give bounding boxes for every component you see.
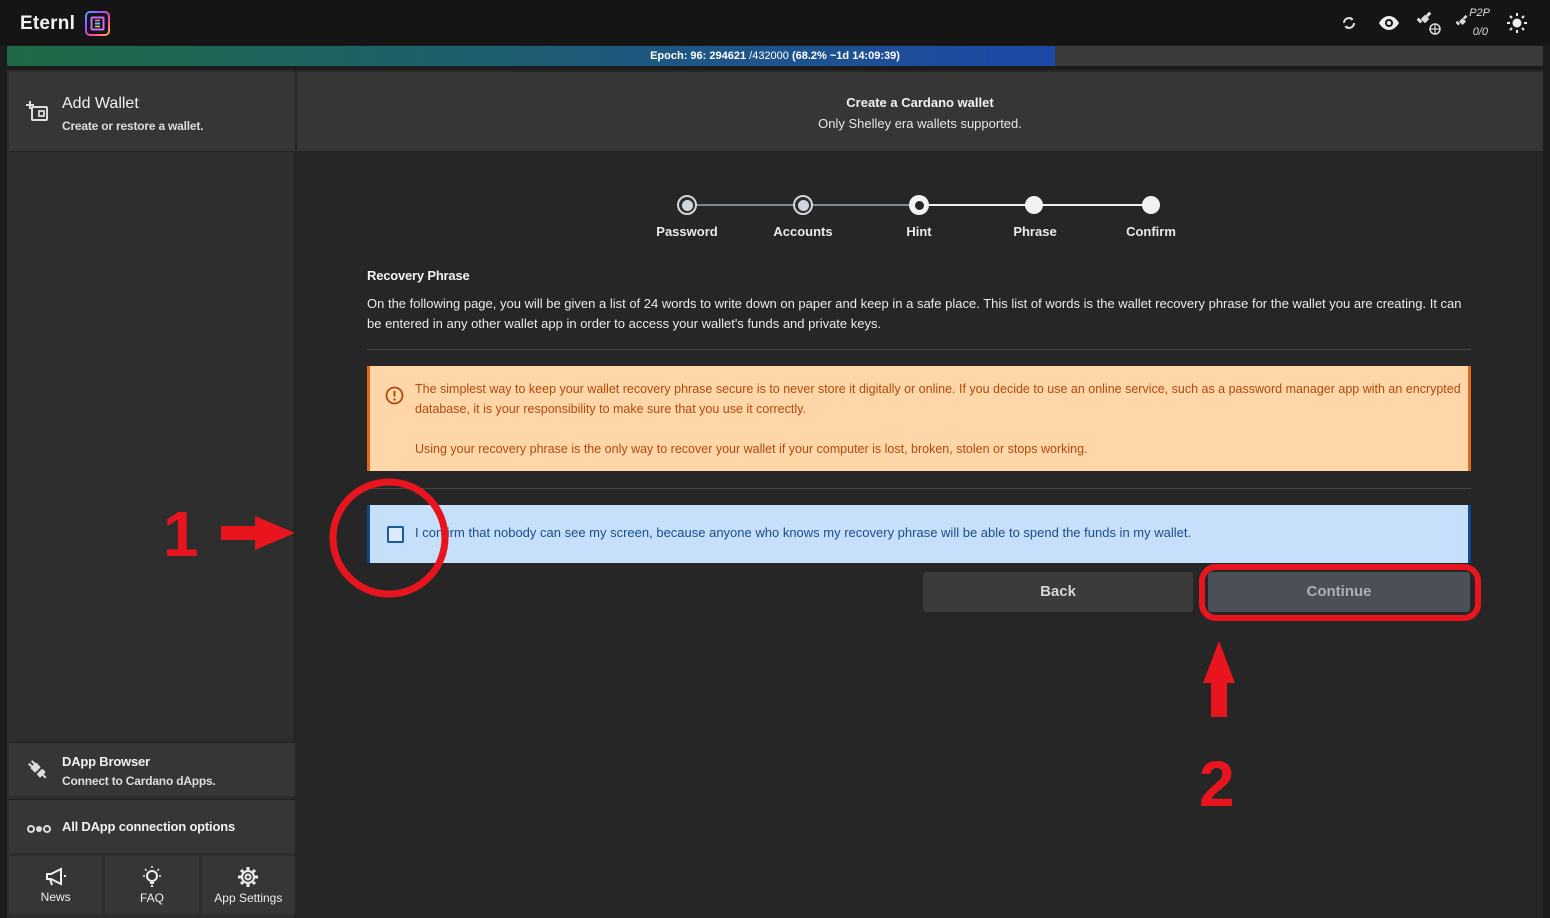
sidebar-header-title: Add Wallet <box>62 95 139 112</box>
eye-icon[interactable] <box>1376 9 1402 37</box>
nav-faq[interactable]: FAQ <box>105 856 199 914</box>
nav-app-settings-label: App Settings <box>214 890 283 905</box>
p2p-count: 0/0 <box>1472 26 1488 38</box>
p2p-icon <box>1456 15 1468 26</box>
step-label-phrase: Phrase <box>1013 224 1057 239</box>
app-logo[interactable]: Eternl <box>20 11 111 36</box>
step-label-accounts: Accounts <box>773 224 833 239</box>
gear-icon <box>238 866 259 887</box>
divider <box>367 488 1471 489</box>
sidebar-header-subtitle: Create or restore a wallet. <box>62 119 204 133</box>
epoch-prefix: Epoch: 96: 294621 <box>650 50 747 62</box>
epoch-total: /432000 <box>746 50 792 62</box>
section-body: On the following page, you will be given… <box>367 296 1462 331</box>
all-dapp-title: All DApp connection options <box>62 819 235 834</box>
dots-connection-icon <box>27 821 51 839</box>
epoch-text: Epoch: 96: 294621 /432000 (68.2% ~1d 14:… <box>7 46 1543 66</box>
step-label-hint: Hint <box>906 224 932 239</box>
bottom-nav: News FAQ App Settings <box>9 856 295 914</box>
dapp-browser-subtitle: Connect to Cardano dApps. <box>62 774 216 788</box>
step-dot-password <box>677 195 697 215</box>
step-connector <box>803 204 919 206</box>
annotation-number-2: 2 <box>1199 748 1235 820</box>
sync-icon[interactable] <box>1336 9 1362 37</box>
warning-circle-icon <box>385 386 404 410</box>
dapp-browser-title: DApp Browser <box>62 754 150 769</box>
add-wallet-icon <box>26 100 50 129</box>
page-title: Create a Cardano wallet <box>846 95 994 110</box>
step-dot-confirm <box>1142 196 1160 214</box>
step-dot-phrase <box>1025 196 1043 214</box>
eternl-logo-icon <box>85 11 111 36</box>
wizard-stepper: Password Accounts Hint Phrase Confirm <box>640 190 1240 250</box>
step-dot-hint <box>909 195 929 215</box>
sidebar-add-wallet[interactable]: Add Wallet Create or restore a wallet. <box>9 72 295 152</box>
confirm-text: I confirm that nobody can see my screen,… <box>415 525 1192 540</box>
p2p-status[interactable]: P2P 0/0 <box>1456 7 1490 38</box>
divider <box>367 349 1471 350</box>
p2p-label: P2P <box>1469 7 1490 19</box>
epoch-detail: (68.2% ~1d 14:09:39) <box>791 50 900 62</box>
warning-box: The simplest way to keep your wallet rec… <box>367 366 1471 471</box>
warning-text-2: Using your recovery phrase is the only w… <box>415 442 1088 456</box>
step-dot-accounts <box>793 195 813 215</box>
page-subtitle: Only Shelley era wallets supported. <box>818 116 1022 131</box>
plug-icon <box>27 759 49 786</box>
step-connector <box>1035 204 1151 206</box>
continue-button[interactable]: Continue <box>1208 572 1470 612</box>
top-bar: Eternl P2P 0/0 <box>0 0 1550 45</box>
step-label-confirm: Confirm <box>1126 224 1176 239</box>
confirm-checkbox[interactable] <box>387 526 404 543</box>
satellite-icon[interactable] <box>1416 9 1442 37</box>
nav-faq-label: FAQ <box>139 890 164 905</box>
annotation-number-1: 1 <box>163 498 199 570</box>
sidebar-item-dapp-browser[interactable]: DApp Browser Connect to Cardano dApps. <box>9 742 295 796</box>
nav-news[interactable]: News <box>9 856 103 914</box>
section-title: Recovery Phrase <box>367 268 470 283</box>
lightbulb-icon <box>142 865 161 887</box>
nav-news-label: News <box>40 889 71 904</box>
app-name: Eternl <box>20 12 76 34</box>
step-connector <box>687 204 803 206</box>
megaphone-icon <box>45 866 66 886</box>
back-button[interactable]: Back <box>923 572 1193 612</box>
sun-icon[interactable] <box>1504 9 1530 37</box>
step-label-password: Password <box>656 224 718 239</box>
sidebar: Add Wallet Create or restore a wallet. D… <box>7 70 295 918</box>
warning-text-1: The simplest way to keep your wallet rec… <box>415 382 1461 416</box>
epoch-progress-bar: Epoch: 96: 294621 /432000 (68.2% ~1d 14:… <box>7 46 1543 66</box>
nav-app-settings[interactable]: App Settings <box>201 856 295 914</box>
step-connector <box>919 204 1035 206</box>
sidebar-item-all-dapp-options[interactable]: All DApp connection options <box>9 799 295 853</box>
main-header: Create a Cardano wallet Only Shelley era… <box>297 72 1543 152</box>
confirm-checkbox-row[interactable]: I confirm that nobody can see my screen,… <box>367 505 1471 563</box>
